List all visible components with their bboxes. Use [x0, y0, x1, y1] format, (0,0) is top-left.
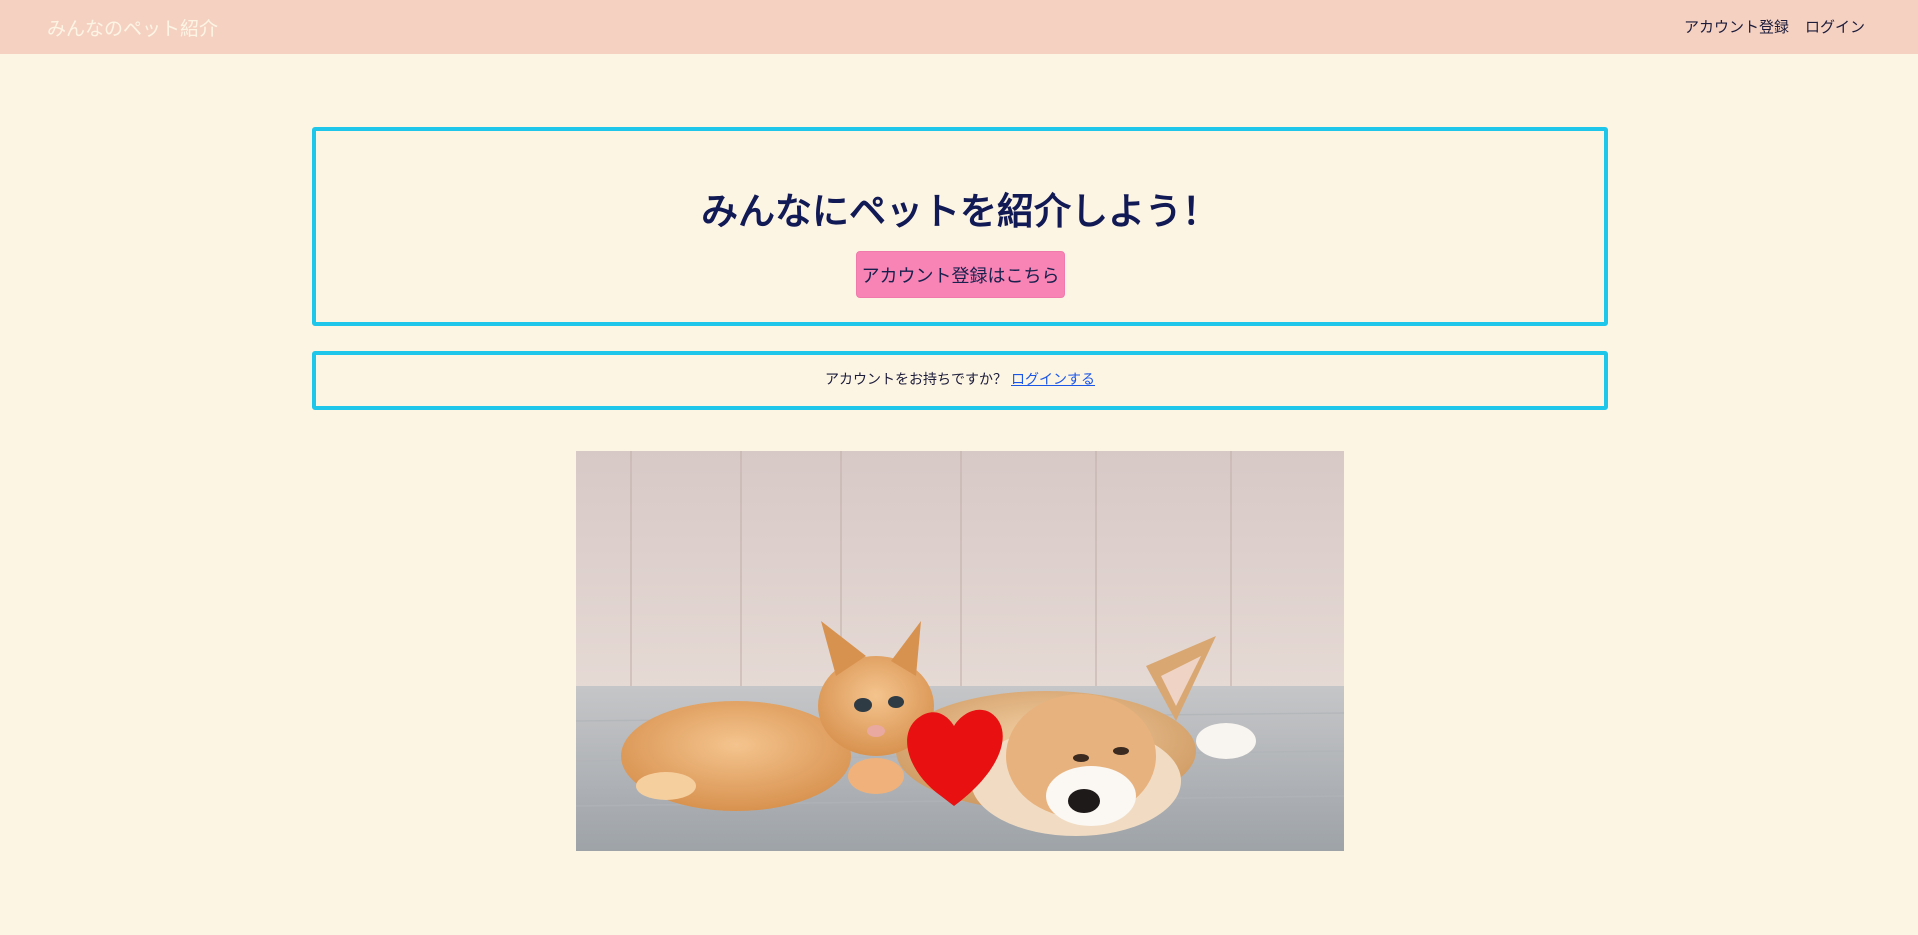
hero-card: みんなにペットを紹介しよう！ アカウント登録はこちら: [312, 127, 1608, 326]
login-link[interactable]: ログインする: [1011, 372, 1095, 388]
pets-photo: [576, 451, 1344, 851]
signup-button[interactable]: アカウント登録はこちら: [856, 251, 1065, 298]
login-prompt-card: アカウントをお持ちですか？ ログインする: [312, 351, 1608, 410]
nav-links: アカウント登録 ログイン: [1684, 16, 1865, 37]
nav-link-signup[interactable]: アカウント登録: [1684, 16, 1789, 37]
login-prompt-text: アカウントをお持ちですか？: [825, 372, 1007, 388]
nav-link-login[interactable]: ログイン: [1805, 16, 1865, 37]
navbar: みんなのペット紹介 アカウント登録 ログイン: [0, 0, 1918, 54]
brand-logo-link[interactable]: みんなのペット紹介: [47, 14, 218, 41]
hero-title: みんなにペットを紹介しよう！: [701, 190, 1219, 233]
